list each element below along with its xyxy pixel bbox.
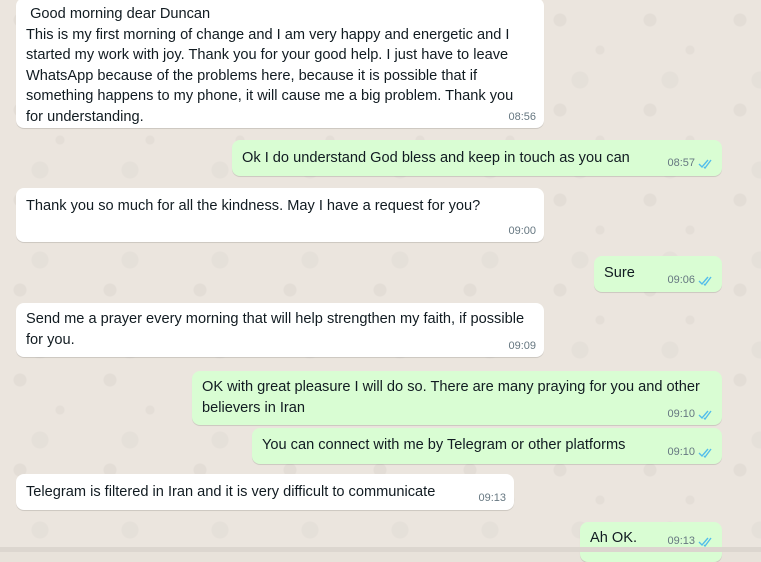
message-time: 09:00 xyxy=(508,225,536,237)
message-text: Telegram is filtered in Iran and it is v… xyxy=(26,484,436,500)
read-ticks-icon xyxy=(698,410,712,420)
incoming-message[interactable]: Send me a prayer every morning that will… xyxy=(16,303,544,357)
message-meta: 08:56 xyxy=(508,110,536,124)
message-meta: 09:10 xyxy=(667,445,714,459)
read-ticks-icon xyxy=(698,448,712,458)
message-meta: 09:06 xyxy=(667,273,714,287)
message-time: 09:13 xyxy=(667,535,695,547)
message-text: Good morning dear Duncan This is my firs… xyxy=(26,6,514,125)
message-meta: 09:13 xyxy=(478,491,506,505)
incoming-message[interactable]: Good morning dear Duncan This is my firs… xyxy=(16,0,544,128)
outgoing-message[interactable]: OK with great pleasure I will do so. The… xyxy=(192,371,722,425)
message-time: 08:56 xyxy=(508,111,536,123)
message-text: OK with great pleasure I will do so. The… xyxy=(202,379,704,416)
message-meta: 09:10 xyxy=(667,407,714,421)
outgoing-message[interactable]: Ok I do understand God bless and keep in… xyxy=(232,140,722,176)
incoming-message[interactable]: Thank you so much for all the kindness. … xyxy=(16,188,544,242)
message-meta: 09:09 xyxy=(508,339,536,353)
read-ticks-icon xyxy=(698,537,712,547)
message-time: 08:57 xyxy=(667,157,695,169)
message-time: 09:09 xyxy=(508,340,536,352)
outgoing-message[interactable]: Ah OK. 09:13 xyxy=(580,522,722,562)
message-text: Thank you so much for all the kindness. … xyxy=(26,198,481,214)
message-meta: 09:13 xyxy=(667,534,714,548)
bottom-edge xyxy=(0,547,761,552)
message-text: Send me a prayer every morning that will… xyxy=(26,311,529,348)
message-time: 09:06 xyxy=(667,274,695,286)
outgoing-message[interactable]: Sure 09:06 xyxy=(594,256,722,292)
outgoing-message[interactable]: You can connect with me by Telegram or o… xyxy=(252,428,722,464)
message-meta: 08:57 xyxy=(667,156,714,170)
incoming-message[interactable]: Telegram is filtered in Iran and it is v… xyxy=(16,474,514,510)
read-ticks-icon xyxy=(698,276,712,286)
read-ticks-icon xyxy=(698,159,712,169)
chat-window: { "messages": [ {"direction":"in","text"… xyxy=(0,0,761,562)
message-text: You can connect with me by Telegram or o… xyxy=(262,437,626,453)
message-meta: 09:00 xyxy=(508,224,536,238)
message-time: 09:10 xyxy=(667,408,695,420)
message-time: 09:10 xyxy=(667,446,695,458)
message-time: 09:13 xyxy=(478,492,506,504)
message-text: Ok I do understand God bless and keep in… xyxy=(242,150,630,166)
